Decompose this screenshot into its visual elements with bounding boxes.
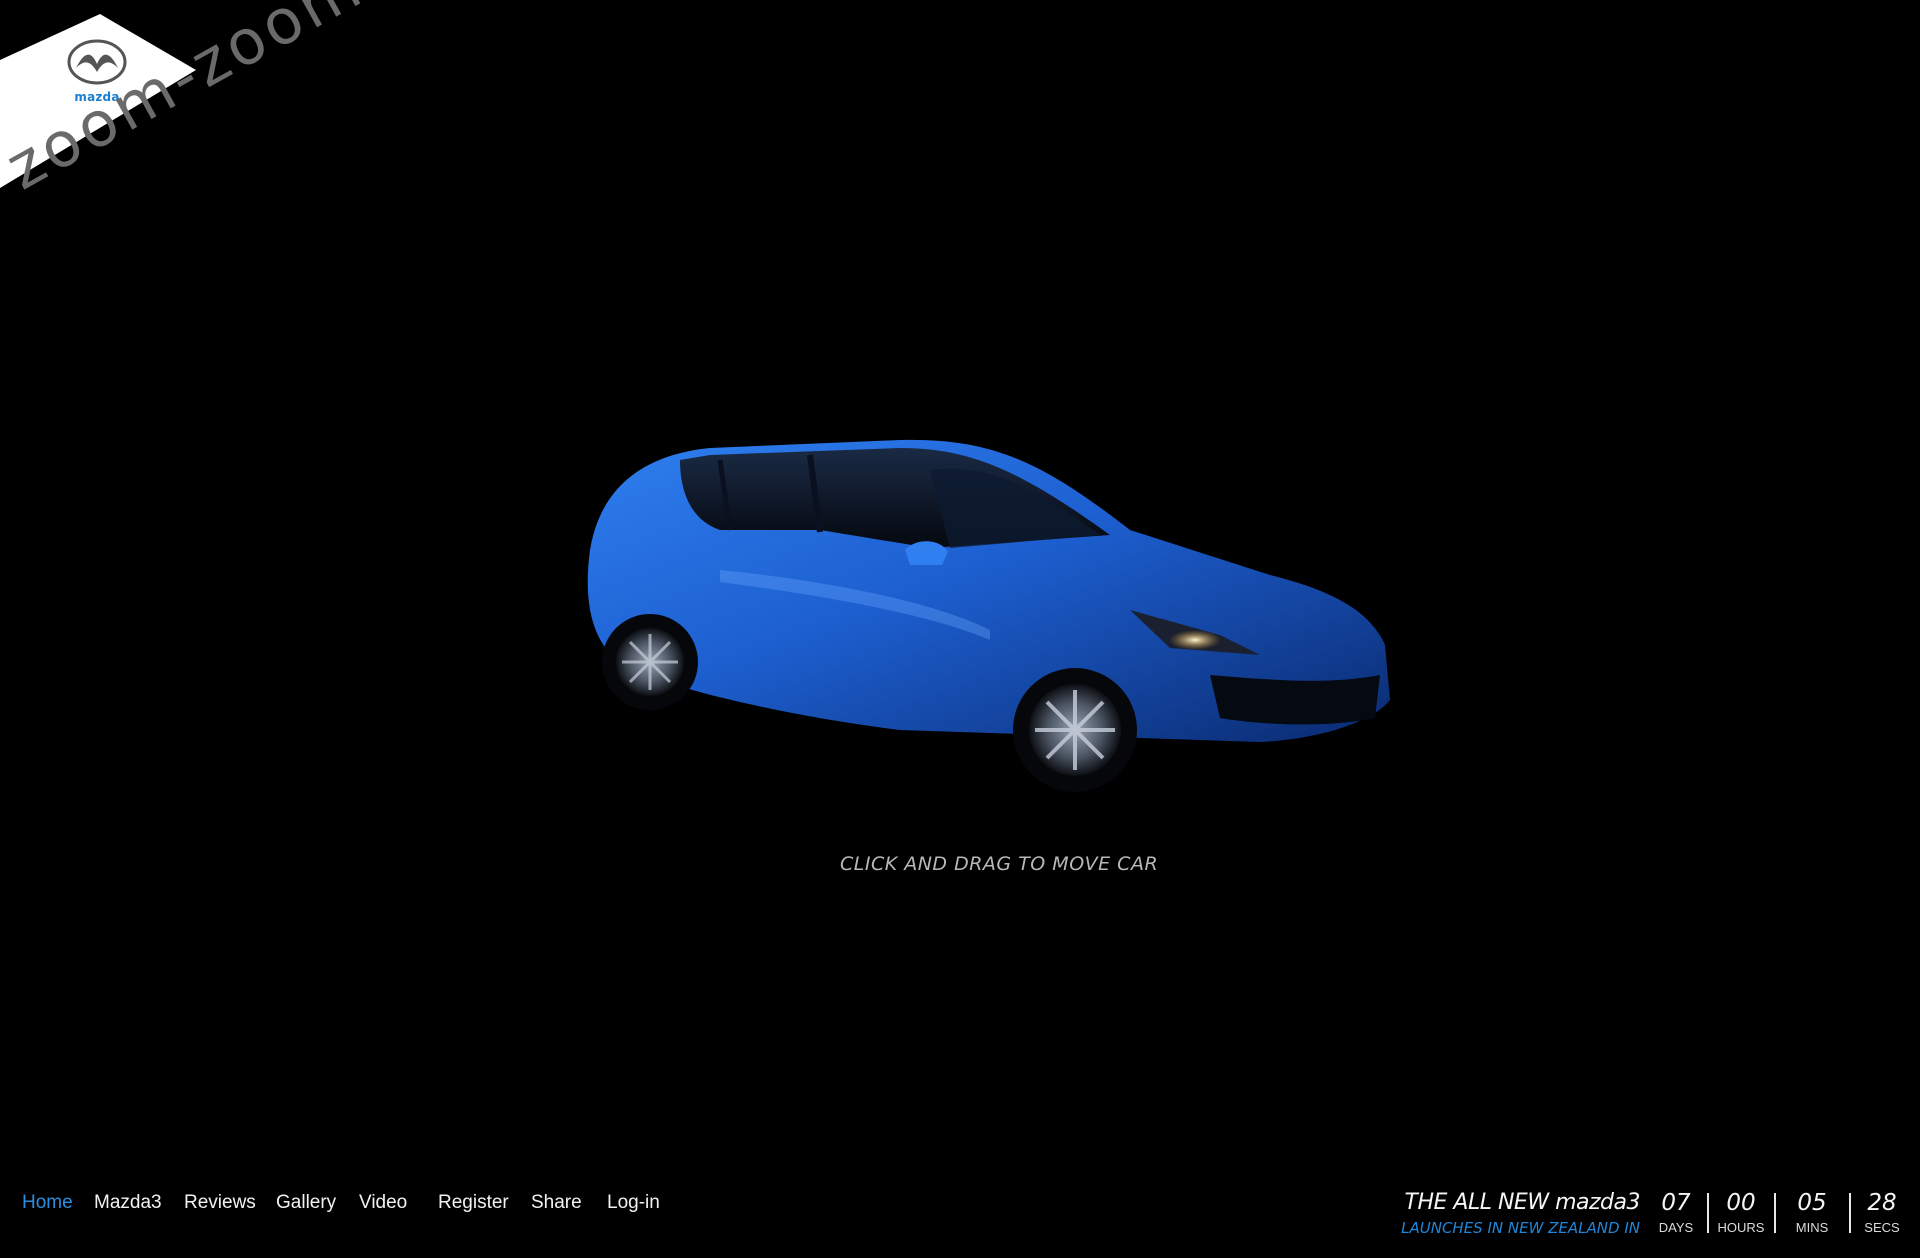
nav-item-reviews[interactable]: Reviews xyxy=(184,1192,256,1214)
nav-item-video[interactable]: Video xyxy=(359,1192,407,1214)
countdown-divider xyxy=(1774,1193,1776,1233)
countdown-mins: 05 MINS xyxy=(1782,1190,1842,1235)
nav-item-login[interactable]: Log-in xyxy=(607,1192,660,1214)
launch-title: THE ALL NEW mazda3 xyxy=(1404,1190,1641,1215)
countdown-unit: MINS xyxy=(1795,1220,1829,1235)
countdown-unit: SECS xyxy=(1864,1220,1900,1235)
countdown-secs: 28 SECS xyxy=(1852,1190,1912,1235)
drag-hint: CLICK AND DRAG TO MOVE CAR xyxy=(840,853,1159,875)
nav-item-gallery[interactable]: Gallery xyxy=(276,1192,336,1214)
launch-subtitle: LAUNCHES IN NEW ZEALAND IN xyxy=(1401,1219,1640,1237)
countdown-days: 07 DAYS xyxy=(1646,1190,1706,1235)
countdown-value: 28 xyxy=(1867,1190,1897,1216)
countdown-value: 00 xyxy=(1726,1190,1756,1216)
countdown-divider xyxy=(1849,1193,1851,1233)
car-image xyxy=(587,439,1390,792)
countdown-hours: 00 HOURS xyxy=(1711,1190,1771,1235)
brand-badge[interactable]: mazda zoom-zoom xyxy=(0,0,420,300)
countdown-value: 05 xyxy=(1797,1190,1827,1216)
nav-item-home[interactable]: Home xyxy=(22,1192,73,1214)
nav-item-share[interactable]: Share xyxy=(531,1192,582,1214)
countdown-unit: DAYS xyxy=(1658,1220,1694,1235)
countdown-divider xyxy=(1707,1193,1709,1233)
countdown-unit: HOURS xyxy=(1717,1220,1765,1235)
car-viewer[interactable] xyxy=(570,400,1440,830)
landing-stage: mazda zoom-zoom CLICK AND DRAG TO MOVE C… xyxy=(0,0,1920,1258)
nav-item-register[interactable]: Register xyxy=(438,1192,509,1214)
nav-item-mazda3[interactable]: Mazda3 xyxy=(94,1192,162,1214)
countdown-value: 07 xyxy=(1661,1190,1691,1216)
